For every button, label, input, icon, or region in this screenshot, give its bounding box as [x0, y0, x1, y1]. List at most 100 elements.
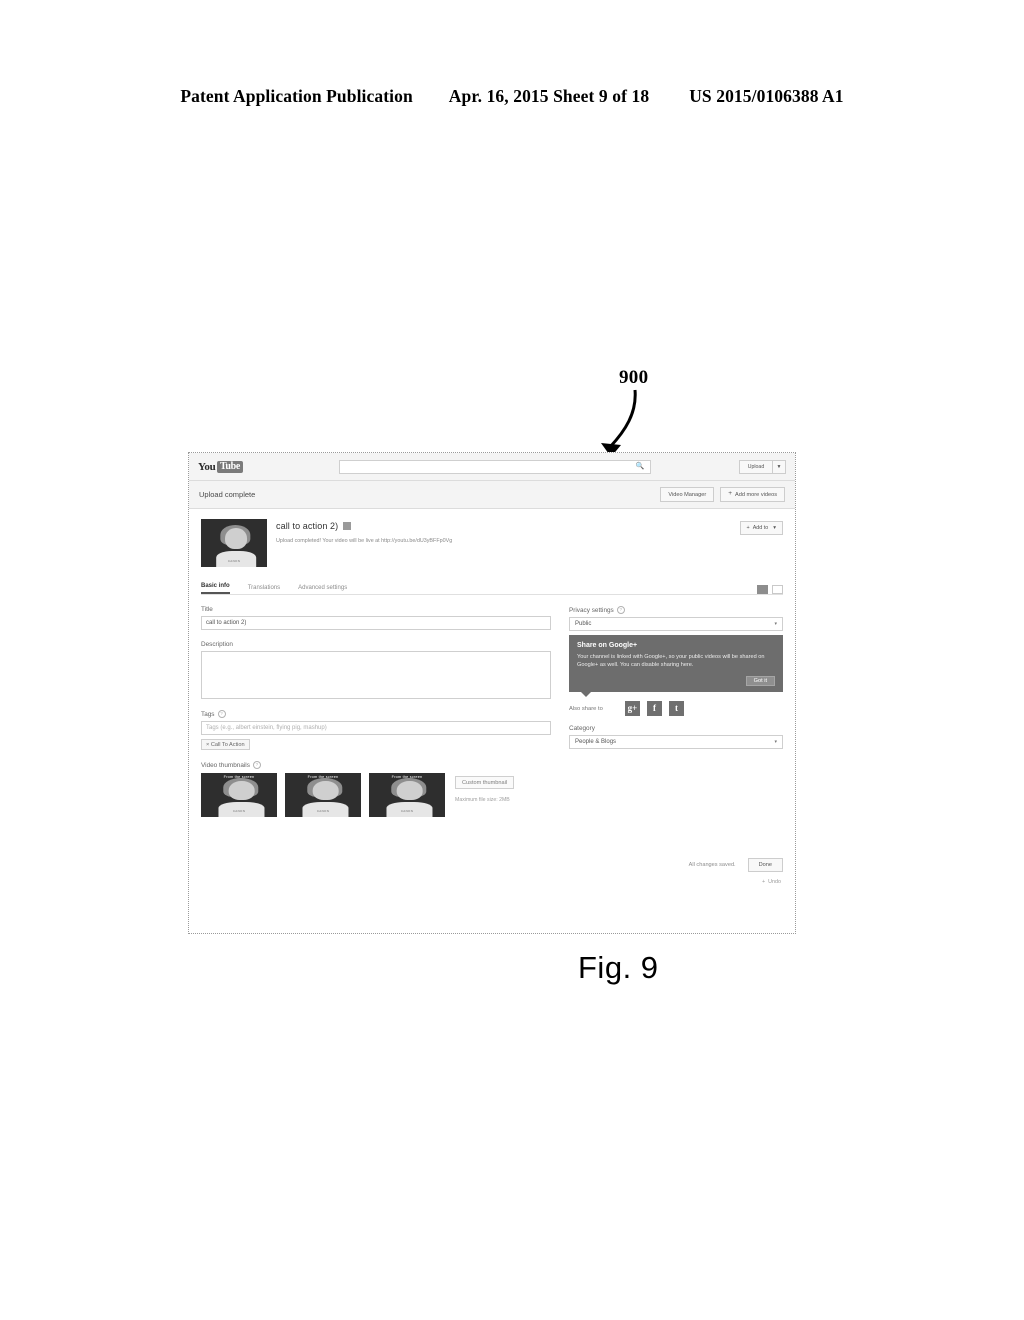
portrait-graphic: From the screen CANON — [285, 773, 361, 817]
thumbnail-side-panel: Custom thumbnail Maximum file size: 2MB — [453, 773, 515, 803]
form-right-column: Privacy settings ? Public ▾ Share on Goo… — [551, 606, 783, 828]
category-select[interactable]: People & Blogs ▾ — [569, 735, 783, 749]
portrait-graphic: From the screen CANON — [201, 773, 277, 817]
thumbnail-caption: CANON — [400, 809, 414, 814]
upload-body: CANON call to action 2) Upload completed… — [189, 509, 795, 828]
search-area: 🔍 — [243, 459, 725, 474]
privacy-select[interactable]: Public ▾ — [569, 617, 783, 631]
date-sheet-label: Apr. 16, 2015 Sheet 9 of 18 — [448, 86, 650, 106]
pencil-icon[interactable] — [343, 522, 352, 530]
video-title-text: call to action 2) — [276, 521, 339, 531]
also-share-to-label: Also share to — [569, 705, 603, 712]
form-left-column: Title call to action 2) Description Tags… — [201, 606, 551, 828]
thumbnail-caption: CANON — [316, 809, 330, 814]
thumbnail-option-3[interactable]: From the screen CANON — [369, 773, 445, 817]
figure-caption: Fig. 9 — [578, 950, 659, 985]
help-icon[interactable]: ? — [252, 761, 261, 769]
tab-advanced-settings[interactable]: Advanced settings — [298, 585, 347, 594]
tag-chip-call-to-action[interactable]: × Call To Action — [201, 739, 250, 750]
custom-thumbnail-button[interactable]: Custom thumbnail — [455, 776, 515, 789]
logo-tube-text: Tube — [216, 460, 244, 473]
chevron-down-icon: ▾ — [773, 525, 776, 531]
tags-group: Tags ? Tags (e.g., albert einstein, flyi… — [201, 710, 551, 750]
portrait-graphic: CANON — [201, 519, 267, 567]
thumbnails-group: Video thumbnails ? From the screen CANON — [201, 761, 551, 817]
upload-status-bar: Upload complete Video Manager + Add more… — [189, 481, 795, 509]
thumbnail-options: From the screen CANON From the screen CA… — [201, 773, 551, 817]
video-thumbnails-label-text: Video thumbnails — [201, 761, 250, 769]
google-plus-tooltip-title: Share on Google+ — [577, 642, 638, 649]
plus-icon: + — [746, 525, 750, 531]
privacy-settings-label: Privacy settings ? — [569, 606, 783, 614]
thumbnail-caption: CANON — [227, 558, 241, 563]
thumbnail-option-2[interactable]: From the screen CANON — [285, 773, 361, 817]
video-thumbnail-preview[interactable]: CANON — [201, 519, 267, 567]
patent-page-header: Patent Application Publication Apr. 16, … — [0, 86, 1024, 107]
youtube-upload-screenshot: You Tube 🔍 Upload ▼ Upload complete Vide… — [188, 452, 796, 934]
plus-icon: + — [761, 879, 766, 885]
thumbnail-size-note: Maximum file size: 2MB — [455, 797, 510, 803]
undo-label: Undo — [768, 879, 781, 885]
tab-basic-info[interactable]: Basic info — [201, 583, 230, 594]
tags-label-text: Tags — [201, 710, 215, 718]
category-group: Category People & Blogs ▾ — [569, 725, 783, 749]
upload-button-group[interactable]: Upload ▼ — [739, 459, 786, 474]
chevron-down-icon: ▾ — [774, 739, 777, 745]
description-group: Description — [201, 641, 551, 699]
chevron-down-icon: ▾ — [774, 621, 777, 627]
google-plus-icon[interactable]: g+ — [625, 701, 640, 716]
description-label: Description — [201, 641, 233, 648]
portrait-graphic: From the screen CANON — [369, 773, 445, 817]
plus-icon: + — [728, 490, 733, 498]
google-plus-tooltip-body: Your channel is linked with Google+, so … — [577, 654, 765, 668]
search-icon[interactable]: 🔍 — [630, 463, 650, 470]
all-changes-saved-text: All changes saved. — [688, 862, 736, 868]
video-title-heading: call to action 2) — [276, 521, 740, 531]
thumbnail-option-1[interactable]: From the screen CANON — [201, 773, 277, 817]
description-input[interactable] — [201, 651, 551, 699]
title-group: Title call to action 2) — [201, 606, 551, 630]
upload-status-text: Upload complete — [199, 490, 256, 499]
also-share-to-row: Also share to g+ f t — [569, 701, 783, 716]
google-plus-tooltip-actions: Got it — [577, 676, 775, 686]
twitter-icon[interactable]: t — [669, 701, 684, 716]
tags-input[interactable]: Tags (e.g., albert einstein, flying pig,… — [201, 721, 551, 735]
privacy-settings-label-text: Privacy settings — [569, 606, 614, 614]
done-button[interactable]: Done — [747, 858, 783, 872]
title-label: Title — [201, 606, 213, 613]
youtube-masthead: You Tube 🔍 Upload ▼ — [189, 453, 795, 481]
upload-complete-message: Upload completed! Your video will be liv… — [276, 538, 453, 544]
title-input[interactable]: call to action 2) — [201, 616, 551, 630]
tab-bar: Basic info Translations Advanced setting… — [201, 580, 783, 595]
patent-number-label: US 2015/0106388 A1 — [689, 86, 844, 106]
grid-view-icon[interactable] — [757, 585, 768, 594]
add-to-button[interactable]: + Add to ▾ — [739, 521, 783, 535]
publication-label: Patent Application Publication — [180, 86, 413, 106]
help-icon[interactable]: ? — [616, 606, 625, 614]
google-plus-tooltip: Share on Google+ Your channel is linked … — [569, 635, 783, 697]
search-input[interactable] — [340, 459, 631, 474]
list-view-icon[interactable] — [772, 585, 783, 594]
add-to-label: Add to — [752, 525, 769, 531]
search-box[interactable]: 🔍 — [339, 459, 652, 474]
upload-caret-icon[interactable]: ▼ — [773, 459, 786, 474]
video-summary-row: CANON call to action 2) Upload completed… — [201, 519, 783, 567]
thumbnail-caption: CANON — [232, 809, 246, 814]
youtube-logo[interactable]: You Tube — [198, 460, 244, 473]
facebook-icon[interactable]: f — [647, 701, 662, 716]
add-more-videos-button[interactable]: + Add more videos — [720, 487, 785, 502]
tab-translations[interactable]: Translations — [248, 585, 280, 594]
upload-button[interactable]: Upload — [739, 459, 773, 474]
footer-undo-row[interactable]: + Undo — [189, 879, 795, 885]
logo-you-text: You — [198, 460, 216, 473]
video-meta: call to action 2) Upload completed! Your… — [267, 519, 740, 544]
privacy-select-value: Public — [575, 621, 592, 627]
footer-actions: All changes saved. Done — [189, 858, 795, 872]
video-thumbnails-label: Video thumbnails ? — [201, 761, 551, 769]
add-more-videos-label: Add more videos — [735, 491, 777, 498]
help-icon[interactable]: ? — [217, 710, 226, 718]
form-columns: Title call to action 2) Description Tags… — [201, 606, 783, 828]
got-it-button[interactable]: Got it — [745, 676, 775, 686]
video-manager-button[interactable]: Video Manager — [660, 487, 715, 502]
category-label: Category — [569, 725, 595, 732]
